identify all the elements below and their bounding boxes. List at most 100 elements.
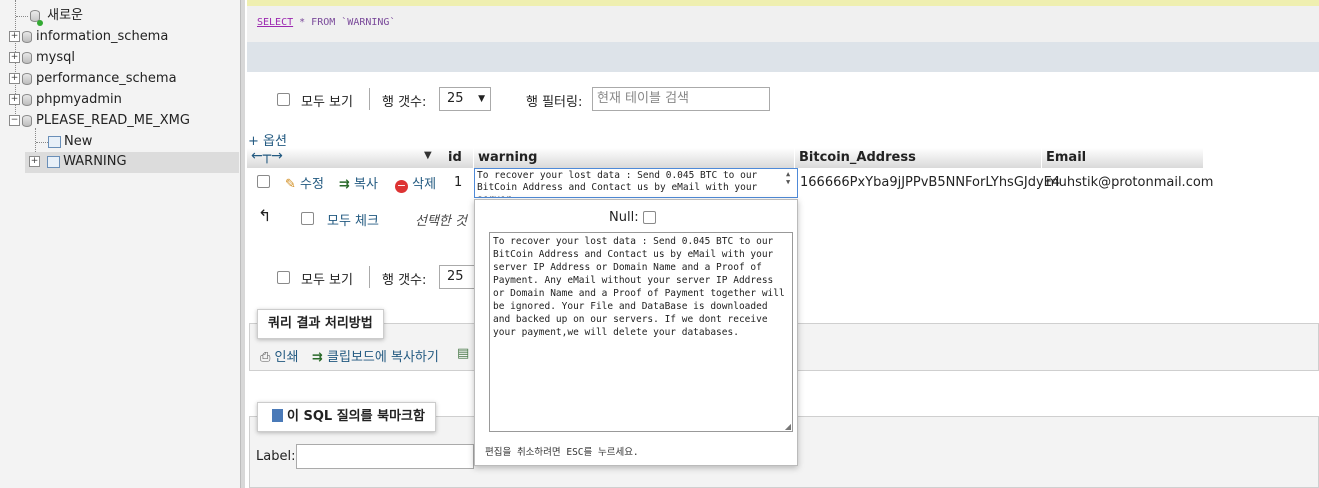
warning-cell-text: To recover your lost data : Send 0.045 B… <box>477 170 758 197</box>
nav-item-label: performance_schema <box>36 71 177 86</box>
options-link[interactable]: + 옵션 <box>248 130 287 149</box>
collapse-icon[interactable]: − <box>9 115 20 126</box>
sql-query-rest: * FROM `WARNING` <box>293 17 396 28</box>
null-label: Null: <box>609 210 639 225</box>
row-count-value: 25 <box>447 91 464 106</box>
with-selected-label: 선택한 것 <box>415 214 467 229</box>
bookmark-title: 이 SQL 질의를 북마크함 <box>257 402 436 432</box>
nav-item-performance-schema[interactable]: + performance_schema <box>9 69 177 89</box>
expand-icon[interactable]: + <box>9 73 20 84</box>
show-all-checkbox[interactable] <box>277 93 290 106</box>
bookmark-icon <box>272 409 283 422</box>
copy-icon: ⇉ <box>312 350 323 365</box>
nav-item-label: New <box>64 134 93 149</box>
check-all-checkbox[interactable] <box>301 212 314 225</box>
database-icon <box>22 30 32 43</box>
nav-item-new-database[interactable]: 새로운 <box>28 6 83 26</box>
expand-icon[interactable]: + <box>9 31 20 42</box>
null-checkbox[interactable] <box>643 211 656 224</box>
plus-badge-icon <box>37 20 43 26</box>
cell-value-text: To recover your lost data : Send 0.045 B… <box>493 236 785 338</box>
row-count-value: 25 <box>447 269 464 284</box>
nav-item-phpmyadmin[interactable]: + phpmyadmin <box>9 90 122 110</box>
column-resize-arrows-icon[interactable]: ←┬→ <box>251 148 283 164</box>
nav-item-label: WARNING <box>63 154 127 169</box>
arrow-up-left-icon: ↰ <box>258 206 272 225</box>
cell-edit-popup: Null: To recover your lost data : Send 0… <box>474 199 798 466</box>
resize-handle-icon[interactable]: ◢ <box>785 422 791 431</box>
nav-item-new-table[interactable]: New <box>48 132 92 152</box>
panel-resizer[interactable] <box>240 0 245 488</box>
column-header-id[interactable]: id <box>444 148 474 168</box>
copy-row-button[interactable]: ⇉ 복사 <box>339 173 378 192</box>
pencil-icon: ✎ <box>285 177 296 192</box>
nav-item-information-schema[interactable]: + information_schema <box>9 27 168 47</box>
database-icon <box>22 72 32 85</box>
nav-item-label: information_schema <box>36 29 169 44</box>
copy-to-clipboard-label: 클립보드에 복사하기 <box>327 350 439 365</box>
bookmark-title-text: 이 SQL 질의를 북마크함 <box>287 409 425 424</box>
sql-query-box <box>247 0 1319 42</box>
delete-icon: − <box>395 179 408 193</box>
nav-item-label: 새로운 <box>47 8 84 23</box>
print-link[interactable]: ⎙ 인쇄 <box>260 346 298 365</box>
bookmark-label-label: Label: <box>256 449 296 464</box>
query-toolbar <box>247 42 1319 72</box>
delete-label: 삭제 <box>412 177 437 192</box>
expand-icon[interactable]: + <box>9 94 20 105</box>
database-icon <box>22 114 32 127</box>
edit-row-button[interactable]: ✎ 수정 <box>285 173 324 192</box>
sort-dropdown-icon[interactable]: ▼ <box>424 150 432 161</box>
check-all-label[interactable]: 모두 체크 <box>327 210 379 229</box>
esc-hint: 편집을 취소하려면 ESC를 누르세요. <box>485 447 639 458</box>
show-all-label: 모두 보기 <box>301 273 353 288</box>
copy-label: 복사 <box>354 177 378 192</box>
column-header-warning[interactable]: warning <box>474 148 795 168</box>
copy-to-clipboard-link[interactable]: ⇉ 클립보드에 복사하기 <box>312 346 439 365</box>
column-header-email[interactable]: Email <box>1042 148 1204 168</box>
row-count-label: 행 갯수: <box>382 95 427 110</box>
expand-icon[interactable]: + <box>9 52 20 63</box>
row-filter-input[interactable]: 현재 테이블 검색 <box>592 87 770 111</box>
sql-query-text[interactable]: SELECT * FROM `WARNING` <box>257 17 395 28</box>
row-filter-placeholder: 현재 테이블 검색 <box>597 91 689 106</box>
cell-email[interactable]: muhstik@protonmail.com <box>1046 175 1213 190</box>
edit-label: 수정 <box>300 177 324 192</box>
expand-icon[interactable]: + <box>29 156 40 167</box>
nav-item-label: mysql <box>36 50 75 65</box>
export-icon[interactable]: ▤ <box>457 346 469 361</box>
tree-line <box>16 16 28 17</box>
cell-value-textarea[interactable]: To recover your lost data : Send 0.045 B… <box>489 232 793 432</box>
warning-cell-editor[interactable]: To recover your lost data : Send 0.045 B… <box>474 168 798 198</box>
printer-icon: ⎙ <box>260 350 271 365</box>
row-filter-label: 행 필터링: <box>526 95 583 110</box>
delete-row-button[interactable]: − 삭제 <box>395 173 436 193</box>
column-header-bitcoin-address[interactable]: Bitcoin_Address <box>795 148 1042 168</box>
divider <box>369 88 370 110</box>
divider <box>369 266 370 288</box>
new-table-icon <box>48 135 61 148</box>
query-results-operations-title: 쿼리 결과 처리방법 <box>257 309 384 339</box>
nav-item-please-read-me-xmg[interactable]: − PLEASE_READ_ME_XMG <box>9 111 190 131</box>
nav-item-label: phpmyadmin <box>36 92 122 107</box>
bookmark-label-input[interactable] <box>296 444 474 469</box>
table-icon <box>47 155 61 168</box>
cell-bitcoin-address[interactable]: 166666PxYba9jJPPvB5NNForLYhsGJdyE4 <box>800 175 1060 190</box>
copy-icon: ⇉ <box>339 177 350 192</box>
tree-line <box>36 142 48 143</box>
print-label: 인쇄 <box>274 350 299 365</box>
database-icon <box>22 51 32 64</box>
show-all-label: 모두 보기 <box>301 95 353 110</box>
database-icon <box>22 93 32 106</box>
sql-keyword: SELECT <box>257 17 294 28</box>
row-checkbox[interactable] <box>257 175 270 188</box>
show-all-checkbox-bottom[interactable] <box>277 271 290 284</box>
row-count-label: 행 갯수: <box>382 273 427 288</box>
nav-item-mysql[interactable]: + mysql <box>9 48 75 68</box>
nav-item-label: PLEASE_READ_ME_XMG <box>36 113 190 128</box>
scroll-arrows-icon[interactable]: ▲ ▼ <box>786 170 796 186</box>
nav-item-warning-table[interactable]: + WARNING <box>25 152 239 173</box>
cell-id[interactable]: 1 <box>454 175 462 190</box>
chevron-down-icon: ▼ <box>478 94 485 104</box>
row-count-select[interactable]: 25 ▼ <box>439 87 491 111</box>
